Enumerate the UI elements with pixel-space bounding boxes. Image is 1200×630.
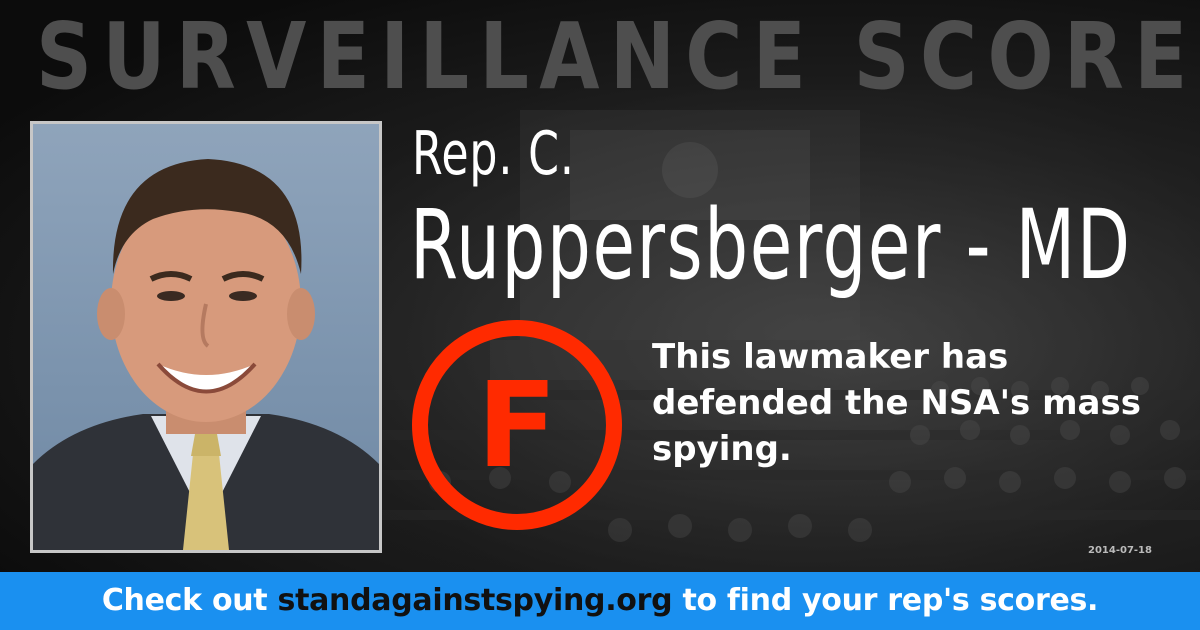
- site-link[interactable]: standagainstspying.org: [278, 583, 673, 618]
- portrait-icon: [33, 159, 379, 550]
- banner-suffix: to find your rep's scores.: [682, 583, 1099, 618]
- call-to-action-banner: Check out standagainstspying.org to find…: [0, 572, 1200, 630]
- grade-message: This lawmaker has defended the NSA's mas…: [652, 337, 1141, 469]
- scorecard-card: SURVEILLANCE SCORECARD: [0, 0, 1200, 630]
- portrait-photo: [30, 121, 382, 553]
- page-title: SURVEILLANCE SCORECARD: [36, 3, 1200, 110]
- rep-title-line: Rep. C.: [412, 119, 575, 189]
- banner-prefix: Check out: [101, 583, 268, 618]
- date-stamp: 2014-07-18: [1088, 545, 1152, 556]
- rep-name-line: Ruppersberger - MD: [410, 189, 1132, 301]
- grade-badge: F: [412, 320, 622, 530]
- grade-letter: F: [476, 356, 558, 494]
